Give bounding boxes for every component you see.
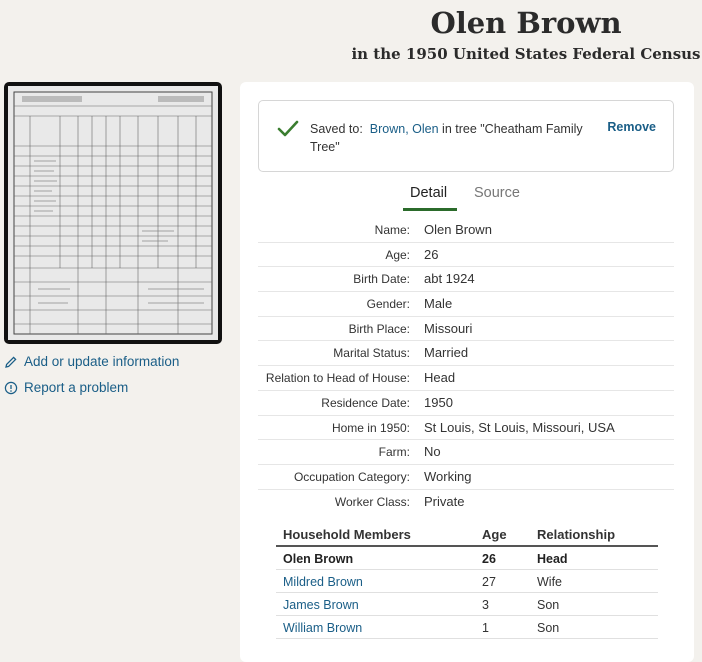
report-problem-link[interactable]: Report a problem bbox=[4, 380, 128, 395]
detail-row: Home in 1950: St Louis, St Louis, Missour… bbox=[258, 416, 674, 441]
detail-label: Residence Date: bbox=[321, 395, 410, 410]
census-record-thumbnail[interactable] bbox=[4, 82, 222, 344]
household-members-header: Household Members bbox=[283, 527, 411, 542]
detail-label: Home in 1950: bbox=[331, 420, 410, 435]
saved-to-tree-box: Saved to: Brown, Olen in tree "Cheatham … bbox=[258, 100, 674, 172]
member-name-link[interactable]: William Brown bbox=[283, 621, 362, 635]
tab-detail[interactable]: Detail bbox=[410, 185, 447, 201]
detail-label: Gender: bbox=[366, 297, 410, 312]
page-header: Olen Brown in the 1950 United States Fed… bbox=[0, 0, 702, 80]
saved-to-prefix: Saved to: bbox=[310, 122, 363, 136]
detail-value: St Louis, St Louis, Missouri, USA bbox=[424, 419, 615, 435]
detail-label: Name: bbox=[374, 223, 410, 237]
detail-label: Birth Date: bbox=[353, 272, 410, 287]
detail-label: Relation to Head of House: bbox=[265, 371, 410, 386]
report-problem-label: Report a problem bbox=[24, 380, 129, 395]
detail-label: Birth Place: bbox=[348, 321, 410, 336]
detail-row: Relation to Head of House: Head bbox=[258, 366, 674, 391]
detail-label: Age: bbox=[385, 247, 410, 262]
age-header: Age bbox=[482, 527, 507, 542]
detail-value: 1950 bbox=[424, 394, 453, 410]
detail-row: Marital Status: Married bbox=[258, 341, 674, 367]
detail-row: Age: 26 bbox=[258, 243, 674, 268]
detail-row: Gender: Male bbox=[258, 292, 674, 317]
household-members-table: Household Members Age Relationship Olen … bbox=[276, 522, 658, 639]
member-name: Olen Brown bbox=[283, 552, 354, 566]
add-update-info-label: Add or update information bbox=[24, 354, 180, 369]
detail-row: Birth Date: abt 1924 bbox=[258, 267, 674, 293]
detail-label: Worker Class: bbox=[334, 494, 410, 509]
detail-value: abt 1924 bbox=[424, 271, 475, 287]
detail-value: Olen Brown bbox=[424, 222, 492, 237]
member-name-link[interactable]: James Brown bbox=[283, 598, 359, 612]
detail-list: Name: Olen Brown Age: 26 Birth Date: abt 19… bbox=[258, 218, 674, 513]
census-document-image bbox=[8, 86, 218, 340]
member-age: 27 bbox=[482, 575, 496, 589]
member-age: 3 bbox=[482, 598, 489, 612]
detail-row: Birth Place: Missouri bbox=[258, 317, 674, 342]
household-row: Mildred Brown 27 Wife bbox=[276, 570, 658, 593]
record-detail-panel: Saved to: Brown, Olen in tree "Cheatham … bbox=[240, 82, 694, 662]
tab-source[interactable]: Source bbox=[474, 185, 520, 201]
page-title: Olen Brown bbox=[430, 6, 622, 40]
member-relationship: Son bbox=[537, 598, 560, 612]
household-row: Olen Brown 26 Head bbox=[276, 547, 658, 570]
detail-value: Working bbox=[424, 468, 472, 484]
saved-person-link[interactable]: Brown, Olen bbox=[370, 122, 439, 136]
check-icon bbox=[277, 120, 299, 137]
remove-button[interactable]: Remove bbox=[607, 120, 656, 134]
detail-label: Occupation Category: bbox=[293, 469, 410, 484]
page-subtitle: in the 1950 United States Federal Census bbox=[351, 45, 701, 63]
add-update-info-link[interactable]: Add or update information bbox=[4, 354, 179, 369]
detail-value: Married bbox=[424, 345, 469, 361]
detail-label: Marital Status: bbox=[333, 346, 410, 361]
detail-value: Male bbox=[424, 296, 453, 312]
detail-value: No bbox=[424, 444, 441, 460]
member-relationship: Head bbox=[537, 552, 568, 566]
detail-row: Worker Class: Private bbox=[258, 490, 674, 514]
household-table-header: Household Members Age Relationship bbox=[276, 522, 658, 547]
detail-label: Farm: bbox=[378, 445, 410, 460]
detail-row: Residence Date: 1950 bbox=[258, 391, 674, 416]
detail-value: 26 bbox=[424, 246, 439, 262]
detail-value: Private bbox=[424, 493, 465, 509]
pencil-icon bbox=[5, 355, 17, 368]
active-tab-indicator bbox=[403, 208, 457, 211]
member-age: 26 bbox=[482, 552, 496, 566]
member-relationship: Son bbox=[537, 621, 560, 635]
detail-row: Occupation Category: Working bbox=[258, 465, 674, 490]
detail-value: Missouri bbox=[424, 320, 473, 336]
household-row: William Brown 1 Son bbox=[276, 616, 658, 639]
alert-circle-icon bbox=[4, 381, 18, 394]
detail-value: Head bbox=[424, 370, 456, 386]
record-tabs: Detail Source bbox=[240, 185, 694, 211]
relationship-header: Relationship bbox=[537, 527, 616, 542]
household-row: James Brown 3 Son bbox=[276, 593, 658, 616]
member-name-link[interactable]: Mildred Brown bbox=[283, 575, 363, 589]
saved-to-text: Saved to: Brown, Olen in tree "Cheatham … bbox=[310, 120, 600, 156]
detail-row: Farm: No bbox=[258, 440, 674, 465]
member-age: 1 bbox=[482, 621, 489, 635]
detail-row: Name: Olen Brown bbox=[258, 218, 674, 243]
member-relationship: Wife bbox=[537, 575, 562, 589]
